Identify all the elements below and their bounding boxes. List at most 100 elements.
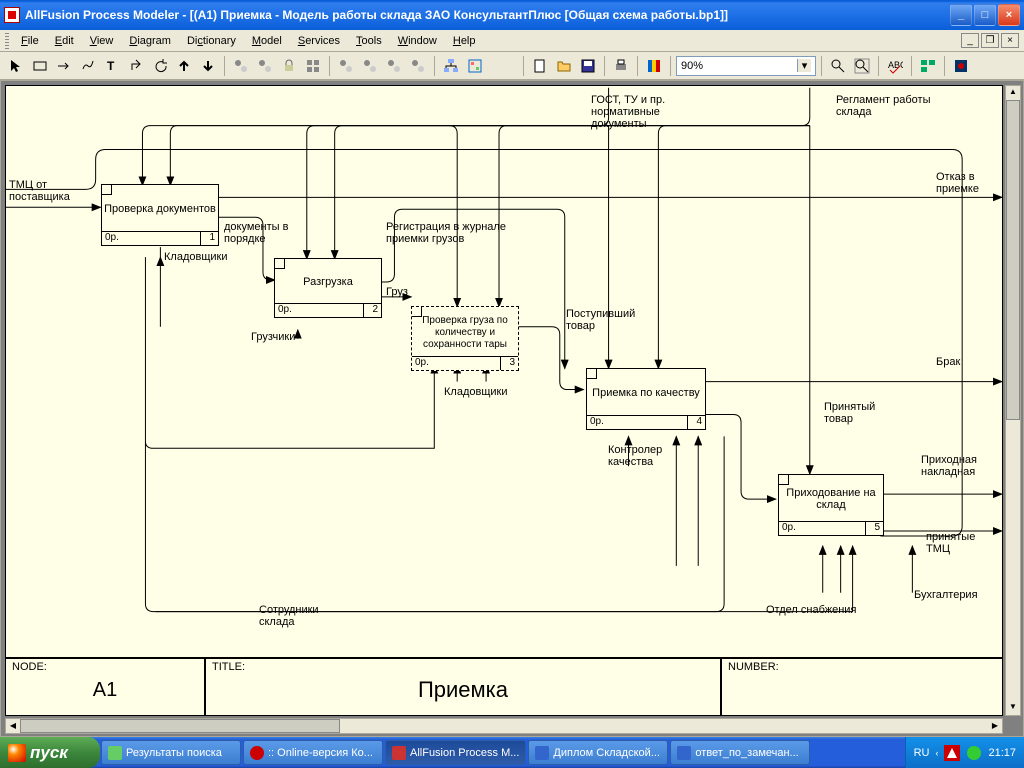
new-icon[interactable]	[529, 55, 551, 77]
ft-node-lbl: NODE:	[12, 661, 198, 673]
task-results[interactable]: Результаты поиска	[101, 740, 241, 765]
menu-model[interactable]: Model	[244, 33, 290, 49]
menu-edit[interactable]: Edit	[47, 33, 82, 49]
scrollbar-horizontal[interactable]: ◀▶	[5, 718, 1003, 734]
lbl-mech4: Контролер качества	[608, 444, 688, 468]
mdi-close[interactable]: ×	[1001, 33, 1019, 48]
activity-a3[interactable]: Проверка груза по количеству и сохраннос…	[411, 306, 519, 371]
activity-a4-label: Приемка по качеству	[589, 373, 703, 413]
scrollbar-vertical[interactable]: ▲▼	[1005, 85, 1021, 716]
ref2-icon[interactable]	[254, 55, 276, 77]
start-button[interactable]: пуск	[0, 737, 100, 768]
minimize-button[interactable]: _	[950, 4, 972, 26]
close-button[interactable]: ×	[998, 4, 1020, 26]
diagram-canvas[interactable]: Проверка документов 0р.1 Разгрузка 0р.2 …	[5, 85, 1003, 716]
open-icon[interactable]	[553, 55, 575, 77]
undo-nav-tool[interactable]	[149, 55, 171, 77]
windows-icon	[8, 744, 26, 762]
menu-file[interactable]: File	[13, 33, 47, 49]
zoomfit-icon[interactable]	[851, 55, 873, 77]
grid-icon[interactable]	[302, 55, 324, 77]
task-word1[interactable]: Диплом Складской...	[528, 740, 668, 765]
explorer-icon[interactable]	[917, 55, 939, 77]
lbl-top2: Регламент работы склада	[836, 94, 966, 118]
maximize-button[interactable]: □	[974, 4, 996, 26]
activity-a5-label: Приходование на склад	[781, 479, 881, 519]
svg-text:ABC: ABC	[888, 60, 903, 70]
text-tool[interactable]: T	[101, 55, 123, 77]
menu-services[interactable]: Services	[290, 33, 348, 49]
ft-node: A1	[12, 679, 198, 702]
menu-view[interactable]: View	[82, 33, 122, 49]
activity-a2-label: Разгрузка	[277, 263, 379, 301]
window-title: AllFusion Process Modeler - [(A1) Приемк…	[25, 8, 950, 22]
flag-icon[interactable]	[643, 55, 665, 77]
ref1-icon[interactable]	[230, 55, 252, 77]
godown-tool[interactable]	[197, 55, 219, 77]
menu-dictionary[interactable]: Dictionary	[179, 33, 244, 49]
menu-window[interactable]: Window	[390, 33, 445, 49]
lbl-out1: Отказ в приемке	[936, 171, 996, 195]
activity-a2[interactable]: Разгрузка 0р.2	[274, 258, 382, 318]
systray[interactable]: RU ‹ 21:17	[905, 737, 1024, 768]
lbl-mid3: Груз	[386, 286, 408, 298]
window-titlebar: AllFusion Process Modeler - [(A1) Приемк…	[0, 0, 1024, 30]
menu-help[interactable]: Help	[445, 33, 484, 49]
avira-icon[interactable]	[944, 745, 960, 761]
zoom-combo[interactable]: 90%▾	[676, 56, 816, 76]
lbl-mech2: Грузчики	[251, 331, 295, 343]
diagram-footer: NODE:A1 TITLE:Приемка NUMBER:	[6, 657, 1002, 715]
lbl-input: ТМЦ от поставщика	[9, 179, 89, 203]
activity-a4[interactable]: Приемка по качеству 0р.4	[586, 368, 706, 430]
taskbar: пуск Результаты поиска :: Online-версия …	[0, 737, 1024, 768]
ref5-icon[interactable]	[383, 55, 405, 77]
spellcheck-icon[interactable]: ABC	[884, 55, 906, 77]
print-icon[interactable]	[610, 55, 632, 77]
tray-icon[interactable]	[966, 745, 982, 761]
squiggle-tool[interactable]	[77, 55, 99, 77]
arrow-tool[interactable]	[53, 55, 75, 77]
app-icon	[4, 7, 20, 23]
save-icon[interactable]	[577, 55, 599, 77]
zoom-value: 90%	[681, 60, 703, 72]
menu-diagram[interactable]: Diagram	[121, 33, 179, 49]
lbl-out3: Приходная накладная	[921, 454, 1001, 478]
ref3-icon[interactable]	[335, 55, 357, 77]
model-icon[interactable]	[464, 55, 486, 77]
mdi-minimize[interactable]: _	[961, 33, 979, 48]
activity-a1-label: Проверка документов	[104, 189, 216, 229]
goup-tool[interactable]	[173, 55, 195, 77]
activity-a1[interactable]: Проверка документов 0р.1	[101, 184, 219, 246]
task-allfusion[interactable]: AllFusion Process M...	[385, 740, 526, 765]
ref6-icon[interactable]	[407, 55, 429, 77]
lbl-mech1: Кладовщики	[164, 251, 227, 263]
menubar: File Edit View Diagram Dictionary Model …	[0, 30, 1024, 52]
zoomin-icon[interactable]	[827, 55, 849, 77]
task-word2[interactable]: ответ_по_замечан...	[670, 740, 810, 765]
activity-tool[interactable]	[29, 55, 51, 77]
clock[interactable]: 21:17	[988, 747, 1016, 759]
lang-indicator[interactable]: RU	[914, 747, 930, 759]
lbl-mid4: Поступивший товар	[566, 308, 656, 332]
toolbar-grip[interactable]	[5, 33, 9, 49]
tray-expand-icon[interactable]: ‹	[935, 748, 938, 758]
mdi-restore[interactable]: ❐	[981, 33, 999, 48]
lbl-top1: ГОСТ, ТУ и пр. нормативные документы	[591, 94, 701, 130]
task-opera[interactable]: :: Online-версия Ко...	[243, 740, 383, 765]
activity-a5[interactable]: Приходование на склад 0р.5	[778, 474, 884, 536]
tree-icon[interactable]	[440, 55, 462, 77]
pointer-tool[interactable]	[5, 55, 27, 77]
ft-num-lbl: NUMBER:	[728, 661, 996, 673]
goto-tool[interactable]	[125, 55, 147, 77]
target-icon[interactable]	[950, 55, 972, 77]
menu-tools[interactable]: Tools	[348, 33, 390, 49]
lbl-out4: принятые ТМЦ	[926, 531, 996, 555]
lbl-mech7: Сотрудники склада	[259, 604, 339, 628]
ref4-icon[interactable]	[359, 55, 381, 77]
lbl-mid1: документы в порядке	[224, 221, 304, 245]
toolbar-tools: T 90%▾ ABC	[0, 52, 1024, 80]
lbl-mech6: Бухгалтерия	[914, 589, 978, 601]
workspace: Проверка документов 0р.1 Разгрузка 0р.2 …	[0, 80, 1024, 737]
lbl-mech5: Отдел снабжения	[766, 604, 856, 616]
lock-icon[interactable]	[278, 55, 300, 77]
